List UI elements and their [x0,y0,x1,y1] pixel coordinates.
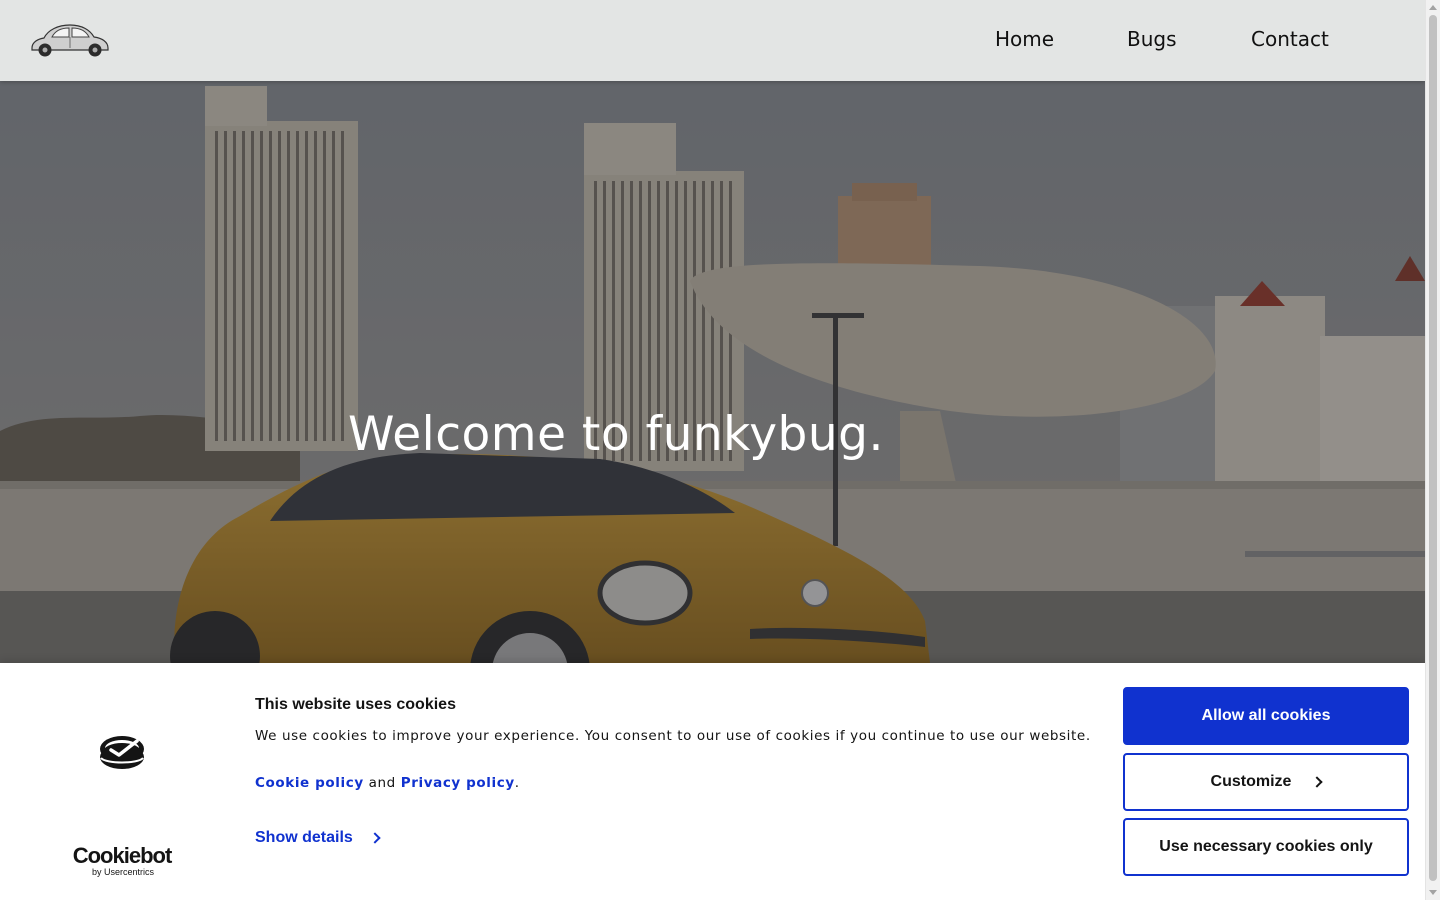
necessary-cookies-only-button[interactable]: Use necessary cookies only [1123,818,1409,876]
cookiebot-brand-sub: by Usercentrics [92,867,155,877]
chevron-right-icon [1311,776,1324,788]
customize-button[interactable]: Customize [1123,753,1409,811]
hero-section: Welcome to funkybug. [0,81,1425,663]
hero-title: Welcome to funkybug. [348,407,884,462]
nav-bugs-link[interactable]: Bugs [1127,27,1177,51]
cookiebot-logo[interactable]: Cookiebot by Usercentrics [70,845,174,878]
privacy-policy-link[interactable]: Privacy policy [401,775,515,791]
main-nav: Home Bugs Contact [0,27,1425,53]
cookie-banner: Cookiebot by Usercentrics This website u… [0,663,1425,900]
site-header: Home Bugs Contact [0,0,1425,81]
customize-label: Customize [1210,773,1292,790]
cookiebot-brand-name: Cookiebot [72,843,173,868]
cookie-banner-title: This website uses cookies [255,696,456,713]
allow-all-cookies-button[interactable]: Allow all cookies [1123,687,1409,745]
and-text: and [368,775,396,791]
nav-contact-link[interactable]: Contact [1251,27,1329,51]
cookiebot-badge-icon [100,736,144,769]
page: Home Bugs Contact Welcome to funkybug. C… [0,0,1425,900]
chevron-right-icon [369,832,381,844]
scroll-down-arrow-icon[interactable] [1429,890,1437,895]
show-details-label: Show details [255,829,353,846]
show-details-button[interactable]: Show details [255,829,381,847]
scrollbar-thumb[interactable] [1429,15,1437,881]
hero-dark-overlay [0,81,1425,663]
cookie-banner-text: We use cookies to improve your experienc… [255,728,1091,744]
cookie-policy-link[interactable]: Cookie policy [255,775,364,791]
page-scrollbar[interactable] [1425,0,1440,900]
allow-all-label: Allow all cookies [1201,707,1331,724]
nav-home-link[interactable]: Home [995,27,1054,51]
period-text: . [514,775,520,791]
necessary-only-label: Use necessary cookies only [1159,838,1373,855]
scroll-up-arrow-icon[interactable] [1429,5,1437,10]
cookie-policy-links: Cookie policy and Privacy policy. [255,775,520,791]
